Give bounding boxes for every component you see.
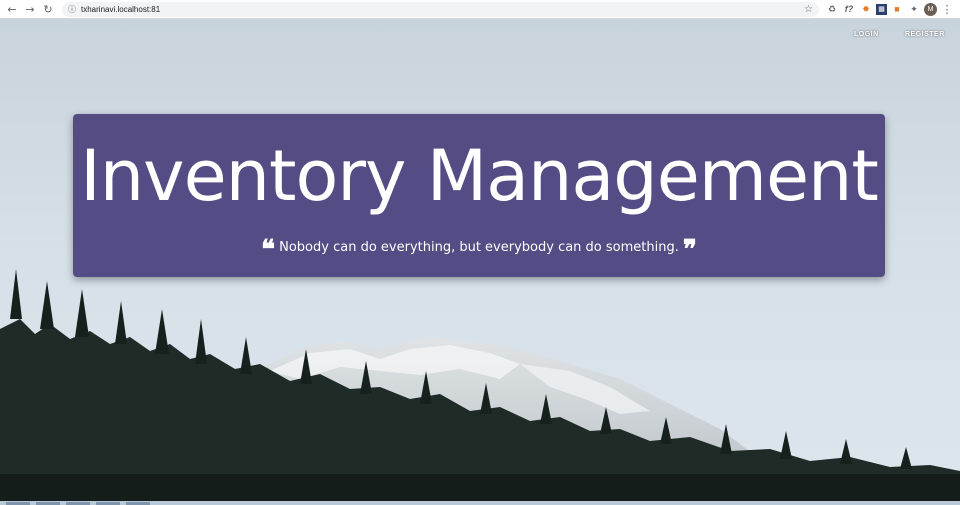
- quote: ❝ Nobody can do everything, but everybod…: [73, 235, 885, 265]
- quote-close-icon: ❞: [682, 235, 697, 265]
- quote-open-icon: ❝: [261, 235, 276, 265]
- recycle-icon[interactable]: ♻: [825, 2, 839, 16]
- browser-toolbar: ← → ↻ ⓘ txharinavi.localhost:81 ☆ ♻ f? ✸…: [0, 0, 960, 19]
- login-link[interactable]: LOGIN: [854, 31, 879, 38]
- extension-orange-icon[interactable]: ✸: [859, 2, 873, 16]
- reload-icon[interactable]: ↻: [40, 1, 56, 17]
- url-text: txharinavi.localhost:81: [81, 4, 161, 14]
- star-icon[interactable]: ☆: [804, 4, 813, 15]
- hero-card: Inventory Management ❝ Nobody can do eve…: [73, 114, 885, 277]
- lock-icon[interactable]: ■: [890, 2, 904, 16]
- register-link[interactable]: REGISTER: [905, 31, 945, 38]
- forward-icon[interactable]: →: [22, 1, 38, 17]
- quote-text: Nobody can do everything, but everybody …: [279, 240, 679, 255]
- taskbar: [0, 501, 960, 505]
- info-icon[interactable]: ⓘ: [66, 4, 78, 15]
- address-bar[interactable]: ⓘ txharinavi.localhost:81 ☆: [62, 1, 819, 17]
- puzzle-icon[interactable]: ✦: [907, 2, 921, 16]
- page-title: Inventory Management: [80, 135, 879, 217]
- extension-box-icon[interactable]: ▦: [876, 3, 887, 15]
- back-icon[interactable]: ←: [4, 1, 20, 17]
- avatar[interactable]: M: [924, 2, 937, 16]
- fx-icon[interactable]: f?: [842, 2, 856, 16]
- more-menu-icon[interactable]: ⋮: [940, 2, 954, 16]
